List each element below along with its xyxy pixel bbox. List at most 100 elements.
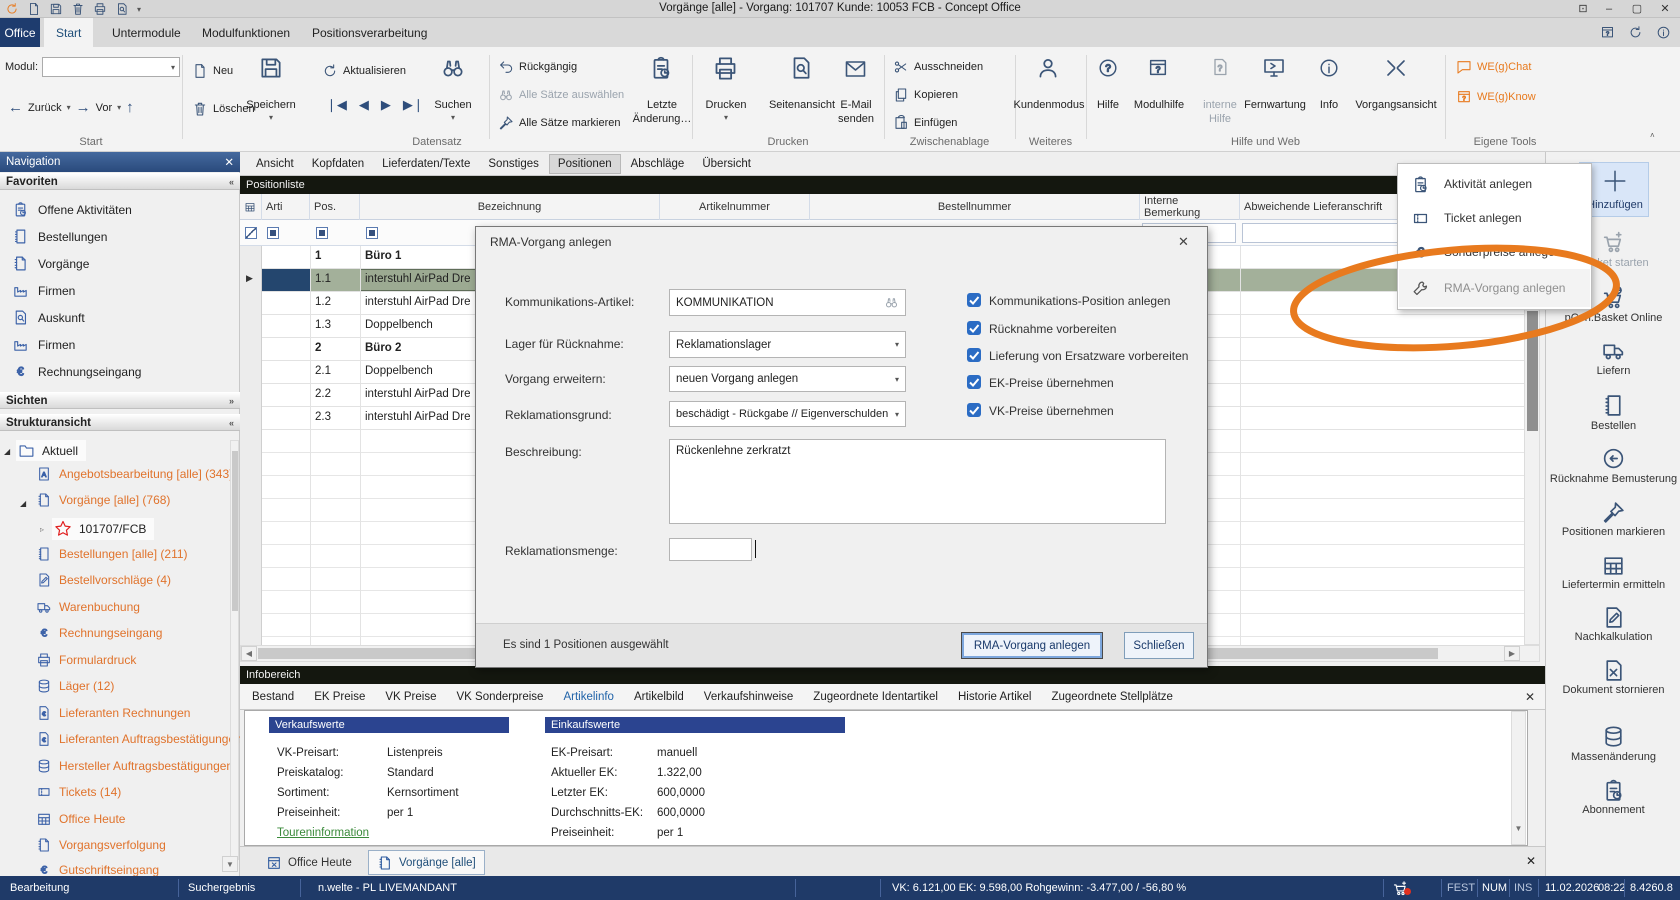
- page-preview-icon[interactable]: [788, 55, 814, 81]
- info-tab-verkaufshinweise[interactable]: Verkaufshinweise: [704, 691, 794, 703]
- mark-all-records-button[interactable]: Alle Sätze markieren: [498, 115, 621, 131]
- menu-item-ticket-anlegen[interactable]: Ticket anlegen: [1399, 201, 1590, 235]
- info-tab-vk-sonderpreise[interactable]: VK Sonderpreise: [456, 691, 543, 703]
- nav-item-firmen-2[interactable]: Firmen: [0, 331, 232, 358]
- col-header-artikelnummer[interactable]: Artikelnummer: [660, 194, 810, 220]
- print-dropdown-icon[interactable]: ▾: [695, 113, 757, 122]
- lookup-binoculars-icon[interactable]: [884, 295, 899, 310]
- checkbox-label[interactable]: Kommunikations-Position anlegen: [989, 294, 1170, 308]
- ribbon-collapse-icon[interactable]: ˄: [1650, 131, 1655, 140]
- process-view-icon[interactable]: [1384, 56, 1408, 80]
- last-record-icon[interactable]: ▶❘: [403, 97, 424, 113]
- filter-toggle-icon[interactable]: [245, 227, 257, 239]
- tree-item-rechnungseingang[interactable]: Rechnungseingang: [36, 625, 162, 641]
- col-header-interne-bemerkung[interactable]: Interne Bemerkung: [1140, 194, 1240, 220]
- col-header-pos[interactable]: Pos.: [310, 194, 360, 220]
- window-close-icon[interactable]: ✕: [1654, 2, 1676, 16]
- reklamationsmenge-input[interactable]: [669, 538, 752, 561]
- wegchat-button[interactable]: WE(g)Chat: [1456, 59, 1531, 75]
- save-button[interactable]: Speichern: [240, 99, 302, 111]
- tab-bar-close-icon[interactable]: ✕: [1526, 854, 1536, 868]
- nav-item-auskunft[interactable]: Auskunft: [0, 304, 232, 331]
- nav-scroll-down-icon[interactable]: ▼: [222, 856, 238, 872]
- help-window-icon[interactable]: [1600, 25, 1615, 40]
- tree-item-lieferanten-rechnungen[interactable]: Lieferanten Rechnungen: [36, 705, 190, 721]
- tree-item-vorgangsverfolgung[interactable]: Vorgangsverfolgung: [36, 837, 166, 853]
- menu-item-rma-vorgang-anlegen[interactable]: RMA-Vorgang anlegen: [1399, 269, 1590, 307]
- help-button[interactable]: Hilfe: [1088, 99, 1128, 111]
- filter-checkbox-icon[interactable]: [316, 227, 328, 239]
- tab-start[interactable]: Start: [44, 18, 93, 47]
- back-button[interactable]: Zurück: [28, 102, 62, 114]
- tree-root-aktuell[interactable]: Aktuell: [16, 440, 86, 461]
- copy-button[interactable]: Kopieren: [893, 87, 958, 103]
- tree-item-office-heute[interactable]: Office Heute: [36, 811, 125, 827]
- last-change-button-line2[interactable]: Änderung…: [630, 113, 694, 125]
- refresh-button[interactable]: Aktualisieren: [322, 63, 406, 79]
- tree-expander-icon[interactable]: ◢: [20, 499, 26, 508]
- info-tab-zugeordnete-identartikel[interactable]: Zugeordnete Identartikel: [813, 691, 938, 703]
- search-dropdown-icon[interactable]: ▾: [425, 113, 481, 122]
- window-minimize-icon[interactable]: –: [1598, 2, 1620, 16]
- module-help-icon[interactable]: [1147, 57, 1169, 79]
- tab-office[interactable]: Office: [0, 18, 40, 47]
- cancel-document-button[interactable]: Dokument stornieren: [1546, 684, 1680, 696]
- navigation-close-icon[interactable]: ✕: [224, 155, 234, 169]
- doc-tab-kopfdaten[interactable]: Kopfdaten: [304, 155, 372, 173]
- filter-checkbox-icon[interactable]: [267, 227, 279, 239]
- reklamationsgrund-combobox[interactable]: beschädigt - Rückgabe // Eigenverschulde…: [669, 401, 906, 427]
- kommunikations-artikel-input[interactable]: KOMMUNIKATION: [669, 289, 906, 316]
- paste-button[interactable]: Einfügen: [893, 115, 957, 131]
- email-icon[interactable]: [842, 57, 869, 81]
- remote-support-button[interactable]: Fernwartung: [1236, 99, 1314, 111]
- grid-corner-icon[interactable]: [240, 194, 262, 220]
- tree-item-101707-fcb[interactable]: 101707/FCB: [52, 518, 154, 540]
- tree-item-formulardruck[interactable]: Formulardruck: [36, 652, 136, 668]
- tree-item-warenbuchung[interactable]: Warenbuchung: [36, 599, 140, 615]
- tree-item-tickets[interactable]: Tickets (14): [36, 784, 121, 800]
- recalculation-button[interactable]: Nachkalkulation: [1546, 631, 1680, 643]
- info-tab-zugeordnete-stellplaetze[interactable]: Zugeordnete Stellplätze: [1051, 691, 1172, 703]
- mark-positions-button[interactable]: Positionen markieren: [1546, 526, 1680, 538]
- toureninformation-link[interactable]: Toureninformation: [277, 827, 369, 839]
- tree-expander-icon[interactable]: ▹: [40, 525, 44, 534]
- undo-button[interactable]: Rückgängig: [498, 59, 577, 75]
- menu-item-aktivitaet-anlegen[interactable]: Aktivität anlegen: [1399, 167, 1590, 201]
- doc-tab-ansicht[interactable]: Ansicht: [248, 155, 302, 173]
- nav-scrollbar[interactable]: [230, 440, 239, 860]
- search-button[interactable]: Suchen: [425, 99, 481, 111]
- tree-expander-icon[interactable]: ◢: [4, 447, 10, 456]
- nav-item-offene-aktivitaeten[interactable]: Offene Aktivitäten: [0, 196, 232, 223]
- module-help-button[interactable]: Modulhilfe: [1125, 99, 1193, 111]
- tab-positionsverarbeitung[interactable]: Positionsverarbeitung: [300, 18, 439, 47]
- back-arrow-icon[interactable]: ←: [8, 99, 23, 116]
- scroll-right-icon[interactable]: ▶: [1504, 646, 1520, 661]
- window-tab-office-heute[interactable]: Office Heute: [258, 850, 360, 875]
- info-circle-icon[interactable]: [1656, 25, 1671, 40]
- dialog-close-icon[interactable]: ✕: [1178, 234, 1189, 250]
- checkbox-label[interactable]: VK-Preise übernehmen: [989, 404, 1114, 418]
- email-button-line2[interactable]: senden: [830, 113, 882, 125]
- mass-change-button[interactable]: Massenänderung: [1546, 751, 1680, 763]
- remote-support-icon[interactable]: [1262, 56, 1286, 80]
- col-header-bestellnummer[interactable]: Bestellnummer: [810, 194, 1140, 220]
- doc-tab-abschlaege[interactable]: Abschläge: [623, 155, 693, 173]
- save-dropdown-icon[interactable]: ▾: [240, 113, 302, 122]
- filter-input-abweichende-lieferanschrift[interactable]: [1242, 223, 1420, 243]
- print-icon[interactable]: [712, 55, 739, 82]
- deliver-button[interactable]: Liefern: [1546, 365, 1680, 377]
- checkbox-ek-preise[interactable]: [967, 375, 981, 389]
- section-favoriten[interactable]: Favoriten«: [0, 173, 240, 190]
- doc-tab-positionen[interactable]: Positionen: [549, 154, 621, 174]
- scroll-left-icon[interactable]: ◀: [241, 646, 257, 661]
- dialog-close-button[interactable]: Schließen: [1124, 632, 1194, 659]
- info-tab-bestand[interactable]: Bestand: [252, 691, 294, 703]
- info-tab-historie-artikel[interactable]: Historie Artikel: [958, 691, 1032, 703]
- window-tab-vorgaenge-alle[interactable]: Vorgänge [alle]: [368, 850, 485, 875]
- rma-submit-button[interactable]: RMA-Vorgang anlegen: [961, 632, 1103, 659]
- search-binoculars-icon[interactable]: [440, 55, 466, 81]
- save-icon[interactable]: [258, 55, 284, 81]
- forward-button[interactable]: Vor: [96, 102, 113, 114]
- tree-item-vorgaenge-alle[interactable]: Vorgänge [alle] (768): [36, 492, 170, 508]
- forward-dropdown-icon[interactable]: ▾: [117, 103, 121, 112]
